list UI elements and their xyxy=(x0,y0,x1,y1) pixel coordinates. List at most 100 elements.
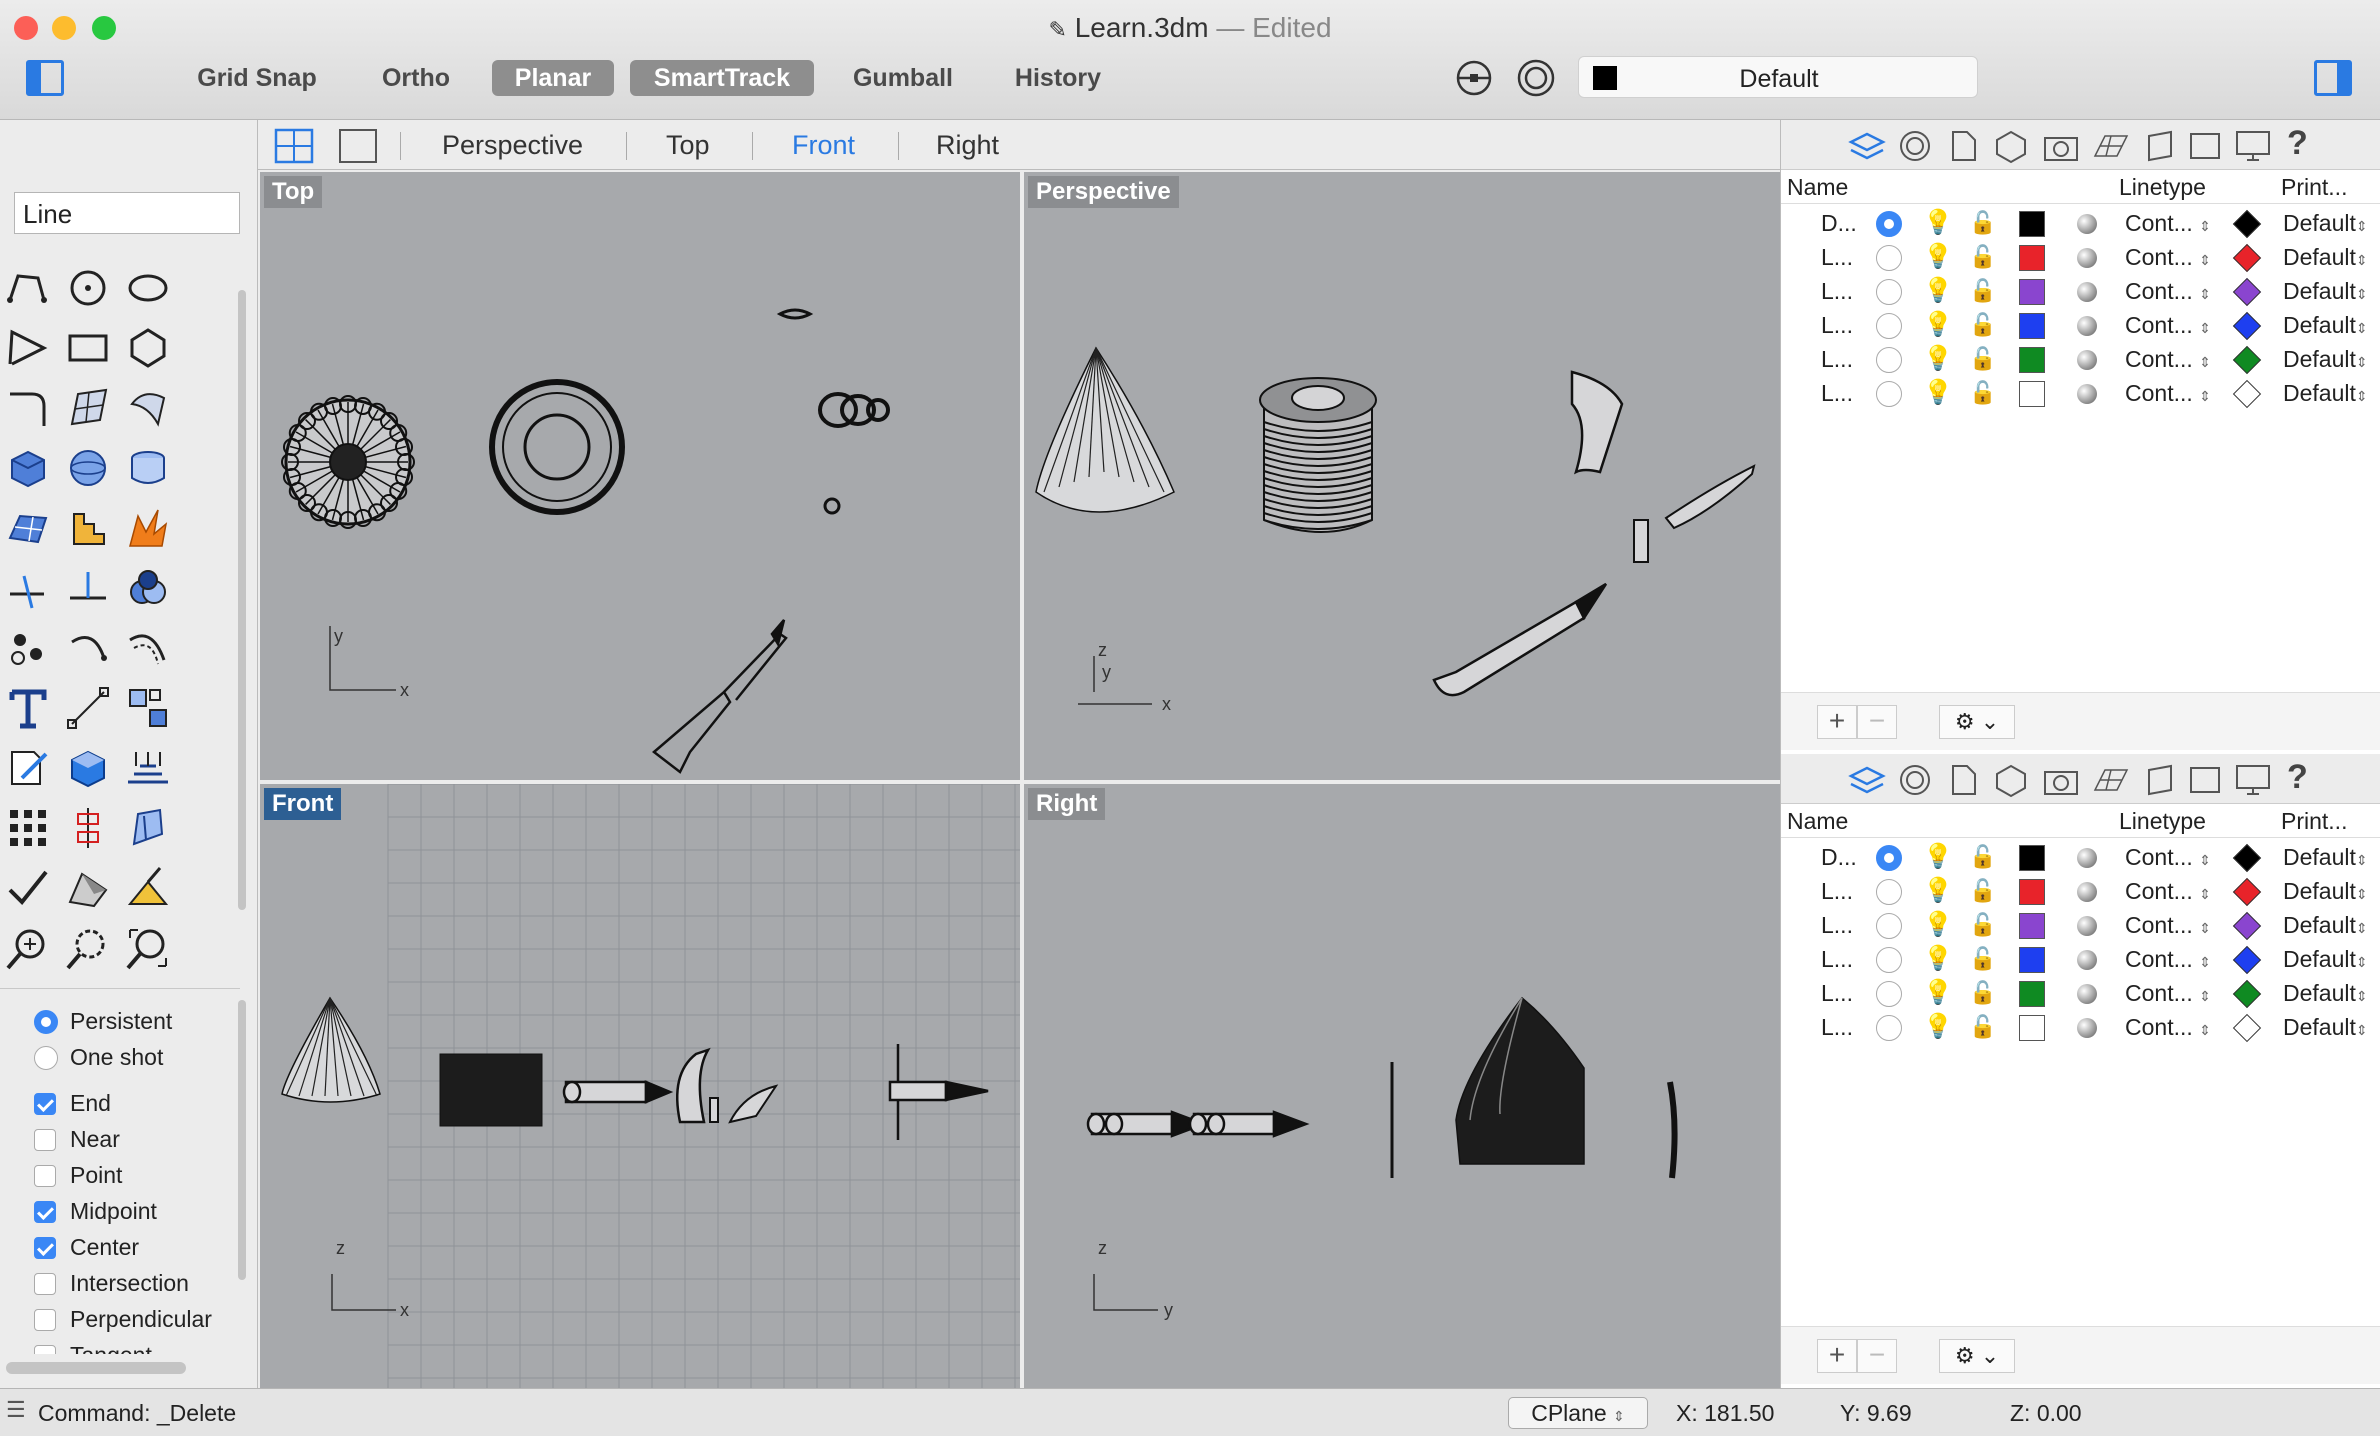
lock-icon[interactable]: 🔓 xyxy=(1969,380,1996,406)
material-sphere-icon[interactable] xyxy=(2077,848,2097,868)
grid-tab-icon[interactable] xyxy=(2091,128,2131,164)
current-layer-radio[interactable] xyxy=(1876,313,1902,339)
four-view-layout-icon[interactable] xyxy=(274,128,314,164)
layer-row[interactable]: L... 💡 🔓 Cont... ⇕ Default⇕ xyxy=(1781,976,2380,1010)
lock-icon[interactable]: 🔓 xyxy=(1969,244,1996,270)
layer-name[interactable]: L... xyxy=(1821,380,1853,407)
materials-tab-icon[interactable] xyxy=(1993,762,2029,798)
layer-name[interactable]: L... xyxy=(1821,278,1853,305)
camera-tab-icon[interactable] xyxy=(2041,128,2081,164)
document-tab-icon[interactable] xyxy=(1945,128,1981,164)
osnap-near[interactable]: Near xyxy=(34,1122,120,1156)
viewport-label-perspective[interactable]: Perspective xyxy=(1028,176,1179,208)
column-name[interactable]: Name xyxy=(1787,808,1848,835)
layer-color-swatch[interactable] xyxy=(2019,981,2045,1007)
layer-name[interactable]: L... xyxy=(1821,1014,1853,1041)
arc-tool-icon[interactable] xyxy=(64,624,112,672)
print-width-select[interactable]: Default⇕ xyxy=(2283,380,2368,407)
checkbox[interactable] xyxy=(34,1201,56,1223)
column-print[interactable]: Print... xyxy=(2281,808,2347,835)
print-color-diamond-icon[interactable] xyxy=(2232,209,2262,239)
print-color-diamond-icon[interactable] xyxy=(2232,345,2262,375)
tool-palette-scrollbar[interactable] xyxy=(238,290,246,910)
command-history[interactable]: Command: _Delete xyxy=(38,1400,236,1427)
current-layer-radio[interactable] xyxy=(1876,845,1902,871)
rectangle-tool-icon[interactable] xyxy=(64,324,112,372)
visibility-bulb-icon[interactable]: 💡 xyxy=(1923,910,1953,939)
points-tool-icon[interactable] xyxy=(4,624,52,672)
add-layer-button[interactable]: + xyxy=(1817,705,1857,739)
layer-name[interactable]: L... xyxy=(1821,346,1853,373)
cylinder-solid-icon[interactable] xyxy=(124,444,172,492)
sweep-surface-icon[interactable] xyxy=(124,384,172,432)
osnap-scrollbar[interactable] xyxy=(238,1000,246,1280)
osnap-tangent[interactable]: Tangent xyxy=(34,1338,152,1354)
print-width-select[interactable]: Default⇕ xyxy=(2283,244,2368,271)
hamburger-menu-icon[interactable]: ☰ xyxy=(6,1397,26,1423)
layer-row[interactable]: L... 💡 🔓 Cont... ⇕ Default⇕ xyxy=(1781,942,2380,976)
material-sphere-icon[interactable] xyxy=(2077,950,2097,970)
horizontal-scrollbar[interactable] xyxy=(6,1362,186,1374)
visibility-bulb-icon[interactable]: 💡 xyxy=(1923,276,1953,305)
current-layer-radio[interactable] xyxy=(1876,245,1902,271)
linetype-select[interactable]: Cont... ⇕ xyxy=(2125,278,2211,305)
left-sidebar-toggle-icon[interactable] xyxy=(26,60,64,96)
layer-row[interactable]: L... 💡 🔓 Cont... ⇕ Default⇕ xyxy=(1781,308,2380,342)
layer-name[interactable]: L... xyxy=(1821,946,1853,973)
layer-row[interactable]: L... 💡 🔓 Cont... ⇕ Default⇕ xyxy=(1781,908,2380,942)
viewport-front[interactable]: z x Front xyxy=(260,784,1020,1388)
layer-row[interactable]: D... 💡 🔓 Cont... ⇕ Default⇕ xyxy=(1781,840,2380,874)
visibility-bulb-icon[interactable]: 💡 xyxy=(1923,978,1953,1007)
trim-tool-icon[interactable] xyxy=(64,564,112,612)
layer-name[interactable]: L... xyxy=(1821,312,1853,339)
drafting-tool-icon[interactable] xyxy=(124,804,172,852)
lock-icon[interactable]: 🔓 xyxy=(1969,912,1996,938)
named-views-tab-icon[interactable] xyxy=(2187,128,2223,164)
print-color-diamond-icon[interactable] xyxy=(2232,311,2262,341)
layer-color-swatch[interactable] xyxy=(2019,347,2045,373)
print-width-select[interactable]: Default⇕ xyxy=(2283,912,2368,939)
visibility-bulb-icon[interactable]: 💡 xyxy=(1923,208,1953,237)
layer-row[interactable]: L... 💡 🔓 Cont... ⇕ Default⇕ xyxy=(1781,376,2380,410)
checkbox[interactable] xyxy=(34,1165,56,1187)
print-width-select[interactable]: Default⇕ xyxy=(2283,878,2368,905)
layer-row[interactable]: L... 💡 🔓 Cont... ⇕ Default⇕ xyxy=(1781,1010,2380,1044)
osnap-end[interactable]: End xyxy=(34,1086,111,1120)
current-layer-radio[interactable] xyxy=(1876,347,1902,373)
current-layer-radio[interactable] xyxy=(1876,981,1902,1007)
split-tool-icon[interactable] xyxy=(4,564,52,612)
grid-snap-button[interactable]: Grid Snap xyxy=(182,60,332,96)
linetype-select[interactable]: Cont... ⇕ xyxy=(2125,878,2211,905)
linetype-select[interactable]: Cont... ⇕ xyxy=(2125,946,2211,973)
persistent-radio[interactable]: Persistent xyxy=(34,1004,172,1038)
sphere-solid-icon[interactable] xyxy=(64,444,112,492)
document-tab-icon[interactable] xyxy=(1945,762,1981,798)
viewport-label-top[interactable]: Top xyxy=(264,176,323,208)
layers-tab-icon[interactable] xyxy=(1847,128,1887,164)
lock-icon[interactable]: 🔓 xyxy=(1969,346,1996,372)
lock-icon[interactable]: 🔓 xyxy=(1969,210,1996,236)
layer-color-swatch[interactable] xyxy=(2019,1015,2045,1041)
visibility-bulb-icon[interactable]: 💡 xyxy=(1923,344,1953,373)
boolean-tool-icon[interactable] xyxy=(124,564,172,612)
materials-tab-icon[interactable] xyxy=(1993,128,2029,164)
visibility-bulb-icon[interactable]: 💡 xyxy=(1923,876,1953,905)
display-tab-icon[interactable] xyxy=(2233,762,2273,798)
material-sphere-icon[interactable] xyxy=(2077,1018,2097,1038)
surface-from-points-icon[interactable] xyxy=(64,384,112,432)
camera-tab-icon[interactable] xyxy=(2041,762,2081,798)
viewport-perspective[interactable]: z y x Perspective xyxy=(1024,172,1780,780)
fillet-tool-icon[interactable] xyxy=(4,384,52,432)
column-linetype[interactable]: Linetype xyxy=(2119,808,2206,835)
osnap-midpoint[interactable]: Midpoint xyxy=(34,1194,157,1228)
dimension-tool-icon[interactable] xyxy=(64,684,112,732)
properties-tab-icon[interactable] xyxy=(1897,128,1933,164)
layout-tab-icon[interactable] xyxy=(2141,762,2177,798)
transform-tool-icon[interactable] xyxy=(64,504,112,552)
one-shot-radio[interactable]: One shot xyxy=(34,1040,163,1074)
material-sphere-icon[interactable] xyxy=(2077,384,2097,404)
radio-selected[interactable] xyxy=(34,1010,58,1034)
cplane-selector[interactable]: CPlane ⇕ xyxy=(1508,1397,1648,1429)
help-tab-icon[interactable]: ? xyxy=(2287,758,2308,797)
lock-icon[interactable]: 🔓 xyxy=(1969,278,1996,304)
